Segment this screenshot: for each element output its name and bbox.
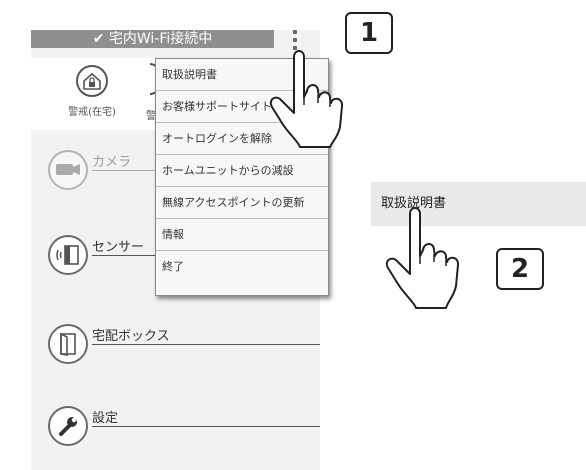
list-item-delivery-box[interactable]: 宅配ボックス — [48, 324, 320, 368]
list-item-label: センサー — [92, 240, 145, 255]
list-item-label: 宅配ボックス — [92, 329, 170, 344]
home-lock-icon — [76, 65, 108, 97]
divider — [92, 344, 320, 345]
list-item-label: 設定 — [92, 411, 119, 426]
wrench-icon — [48, 406, 88, 446]
camera-icon — [48, 150, 88, 190]
menu-item-remove-from-home-unit[interactable]: ホームユニットからの減設 — [156, 155, 328, 187]
wifi-status-bar: ✔ 宅内Wi-Fi接続中 — [31, 30, 274, 48]
list-item-label: カメラ — [92, 155, 132, 170]
divider — [92, 426, 320, 427]
tab-security-home[interactable]: 警戒(在宅) — [56, 63, 128, 125]
menu-item-exit[interactable]: 終了 — [156, 251, 328, 283]
pointing-hand-icon — [385, 207, 460, 309]
step-2-badge: 2 — [496, 248, 544, 290]
pointing-hand-icon — [269, 50, 344, 148]
menu-item-info[interactable]: 情報 — [156, 219, 328, 251]
door-sensor-icon — [48, 235, 88, 275]
delivery-box-icon — [48, 324, 88, 364]
list-item-settings[interactable]: 設定 — [48, 406, 320, 450]
menu-item-update-access-point[interactable]: 無線アクセスポイントの更新 — [156, 187, 328, 219]
tab-security-home-label: 警戒(在宅) — [68, 107, 116, 118]
step-1-badge: 1 — [345, 12, 393, 54]
